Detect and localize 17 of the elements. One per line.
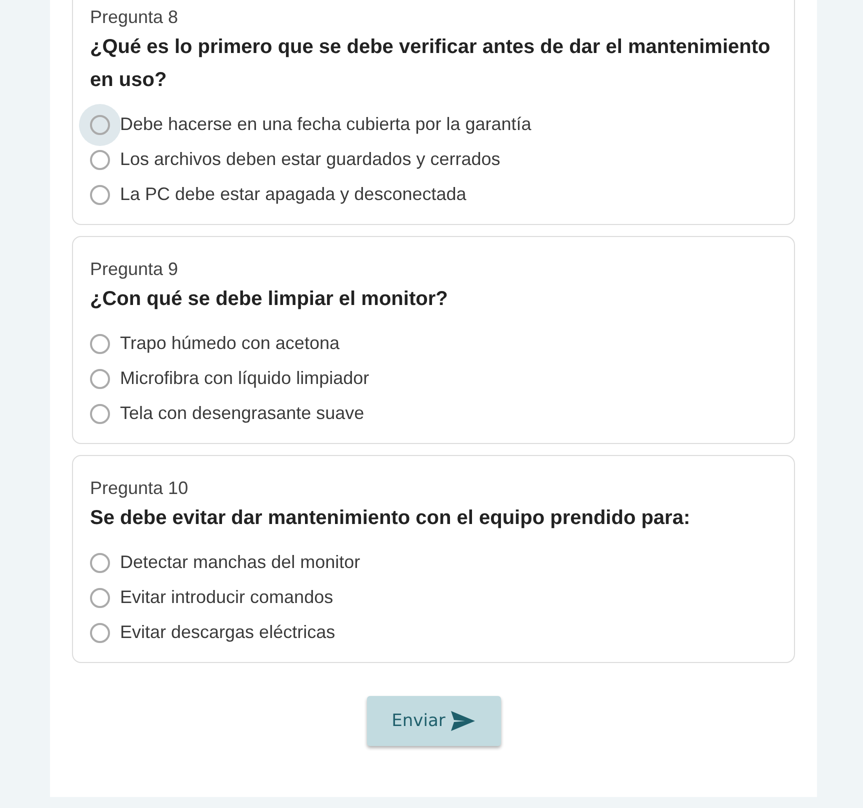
question-number: Pregunta 9 <box>90 258 180 281</box>
radio-button[interactable] <box>90 552 110 572</box>
submit-button[interactable]: Enviar <box>366 696 500 746</box>
question-number: Pregunta 8 <box>90 6 180 29</box>
send-icon <box>451 711 476 731</box>
radio-button[interactable] <box>90 184 110 204</box>
radio-button[interactable] <box>90 368 110 388</box>
radio-button[interactable] <box>90 114 110 134</box>
question-text: ¿Qué es lo primero que se debe verificar antes de dar el mantenimiento en uso? <box>90 35 772 93</box>
question-text: Se debe evitar dar mantenimiento con el equipo prendido para: <box>90 506 692 531</box>
radio-button[interactable] <box>90 588 110 608</box>
question-number: Pregunta 10 <box>90 477 190 500</box>
radio-button[interactable] <box>90 334 110 354</box>
question-text: ¿Con qué se debe limpiar el monitor? <box>90 287 449 312</box>
radio-button[interactable] <box>90 622 110 642</box>
radio-button[interactable] <box>90 404 110 424</box>
radio-button[interactable] <box>90 150 110 170</box>
